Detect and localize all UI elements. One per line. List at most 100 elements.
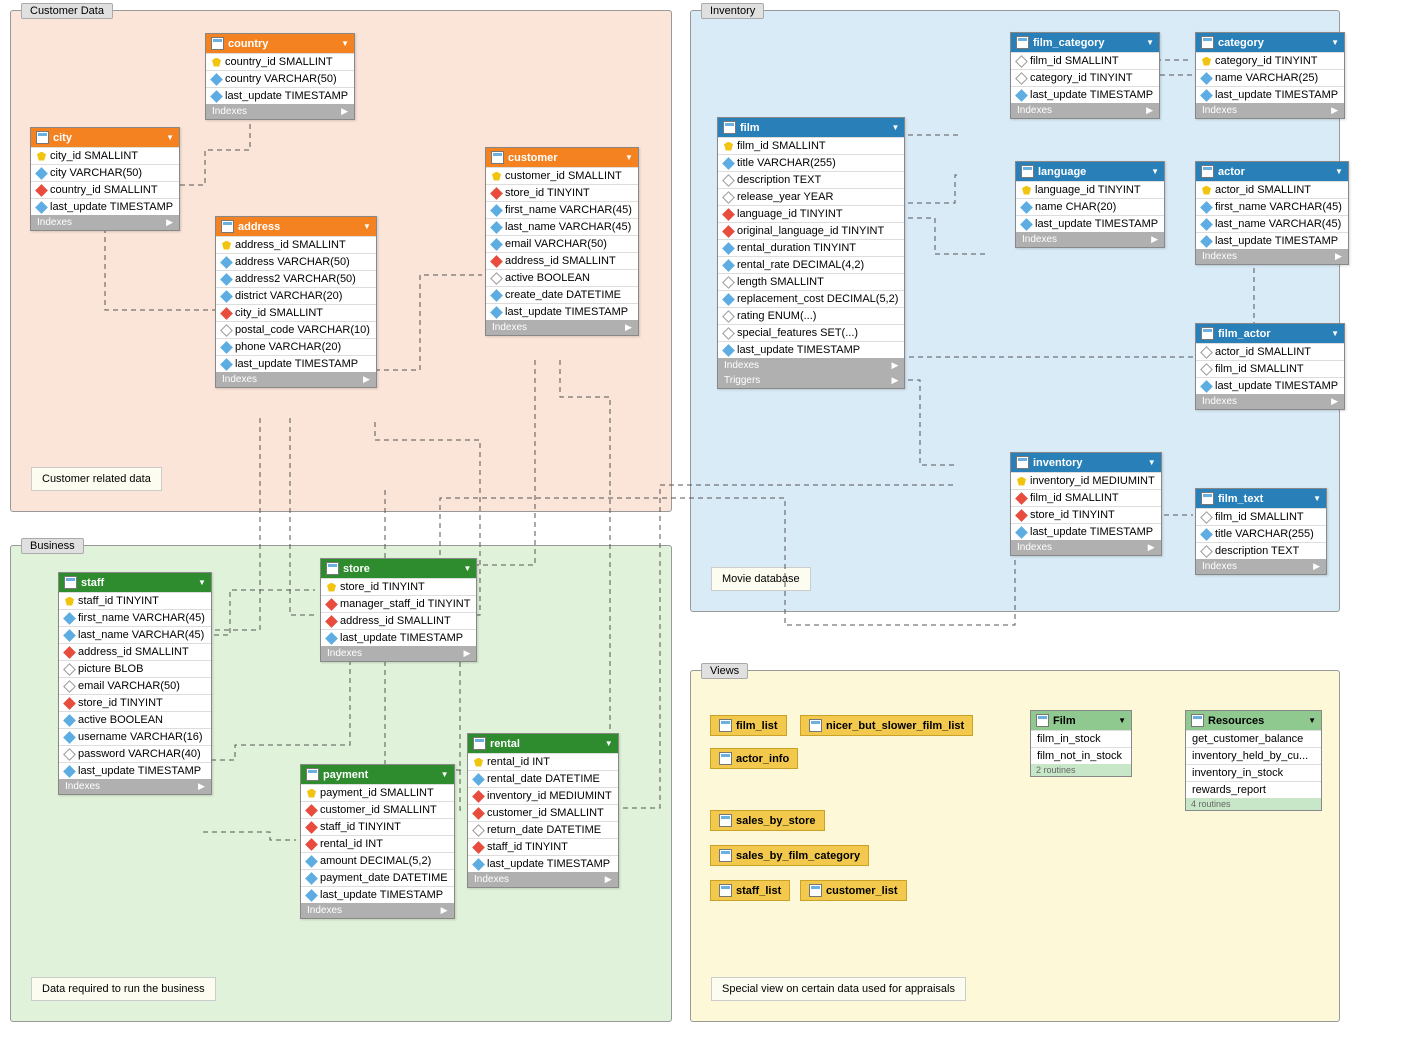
table-header[interactable]: film_actor▼	[1196, 324, 1344, 343]
table-header[interactable]: rental▼	[468, 734, 618, 753]
indexes-section[interactable]: Indexes▶	[1196, 394, 1344, 409]
column-row[interactable]: film_id SMALLINT	[1011, 52, 1159, 69]
table-city[interactable]: city▼city_id SMALLINTcity VARCHAR(50)cou…	[30, 127, 180, 231]
routine-row[interactable]: get_customer_balance	[1186, 730, 1321, 747]
table-header[interactable]: country▼	[206, 34, 354, 53]
table-header[interactable]: staff▼	[59, 573, 211, 592]
table-header[interactable]: customer▼	[486, 148, 638, 167]
table-header[interactable]: actor▼	[1196, 162, 1348, 181]
indexes-section[interactable]: Indexes▶	[321, 646, 476, 661]
table-payment[interactable]: payment▼payment_id SMALLINTcustomer_id S…	[300, 764, 455, 919]
column-row[interactable]: rental_rate DECIMAL(4,2)	[718, 256, 904, 273]
column-row[interactable]: last_update TIMESTAMP	[1196, 232, 1348, 249]
column-row[interactable]: first_name VARCHAR(45)	[1196, 198, 1348, 215]
view-sales-cat[interactable]: sales_by_film_category	[710, 845, 869, 866]
column-row[interactable]: address VARCHAR(50)	[216, 253, 376, 270]
column-row[interactable]: last_update TIMESTAMP	[1011, 86, 1159, 103]
column-row[interactable]: store_id TINYINT	[486, 184, 638, 201]
routine-group-film[interactable]: Film▼ film_in_stock film_not_in_stock 2 …	[1030, 710, 1132, 777]
column-row[interactable]: last_update TIMESTAMP	[468, 855, 618, 872]
column-row[interactable]: staff_id TINYINT	[59, 592, 211, 609]
column-row[interactable]: last_update TIMESTAMP	[486, 303, 638, 320]
column-row[interactable]: original_language_id TINYINT	[718, 222, 904, 239]
view-staff-list[interactable]: staff_list	[710, 880, 790, 901]
column-row[interactable]: inventory_id MEDIUMINT	[468, 787, 618, 804]
column-row[interactable]: last_update TIMESTAMP	[1016, 215, 1164, 232]
column-row[interactable]: customer_id SMALLINT	[301, 801, 454, 818]
indexes-section[interactable]: Indexes▶	[216, 372, 376, 387]
column-row[interactable]: address_id SMALLINT	[321, 612, 476, 629]
table-address[interactable]: address▼address_id SMALLINTaddress VARCH…	[215, 216, 377, 388]
column-row[interactable]: staff_id TINYINT	[301, 818, 454, 835]
column-row[interactable]: last_update TIMESTAMP	[1196, 377, 1344, 394]
column-row[interactable]: return_date DATETIME	[468, 821, 618, 838]
column-row[interactable]: email VARCHAR(50)	[486, 235, 638, 252]
column-row[interactable]: password VARCHAR(40)	[59, 745, 211, 762]
view-actor-info[interactable]: actor_info	[710, 748, 798, 769]
column-row[interactable]: first_name VARCHAR(45)	[59, 609, 211, 626]
column-row[interactable]: active BOOLEAN	[59, 711, 211, 728]
table-film_text[interactable]: film_text▼film_id SMALLINTtitle VARCHAR(…	[1195, 488, 1327, 575]
column-row[interactable]: last_update TIMESTAMP	[1196, 86, 1344, 103]
table-header[interactable]: film_text▼	[1196, 489, 1326, 508]
indexes-section[interactable]: Indexes▶	[206, 104, 354, 119]
column-row[interactable]: amount DECIMAL(5,2)	[301, 852, 454, 869]
indexes-section[interactable]: Indexes▶	[59, 779, 211, 794]
column-row[interactable]: customer_id SMALLINT	[468, 804, 618, 821]
column-row[interactable]: last_name VARCHAR(45)	[59, 626, 211, 643]
view-customer-list[interactable]: customer_list	[800, 880, 907, 901]
column-row[interactable]: last_update TIMESTAMP	[31, 198, 179, 215]
table-header[interactable]: inventory▼	[1011, 453, 1161, 472]
table-inventory[interactable]: inventory▼inventory_id MEDIUMINTfilm_id …	[1010, 452, 1162, 556]
table-header[interactable]: category▼	[1196, 33, 1344, 52]
column-row[interactable]: country_id SMALLINT	[31, 181, 179, 198]
column-row[interactable]: last_update TIMESTAMP	[301, 886, 454, 903]
column-row[interactable]: country_id SMALLINT	[206, 53, 354, 70]
indexes-section[interactable]: Indexes▶	[468, 872, 618, 887]
column-row[interactable]: rental_id INT	[301, 835, 454, 852]
indexes-section[interactable]: Indexes▶	[1196, 249, 1348, 264]
table-header[interactable]: address▼	[216, 217, 376, 236]
column-row[interactable]: film_id SMALLINT	[1011, 489, 1161, 506]
column-row[interactable]: rating ENUM(...)	[718, 307, 904, 324]
column-row[interactable]: film_id SMALLINT	[1196, 508, 1326, 525]
column-row[interactable]: payment_id SMALLINT	[301, 784, 454, 801]
column-row[interactable]: replacement_cost DECIMAL(5,2)	[718, 290, 904, 307]
column-row[interactable]: last_update TIMESTAMP	[718, 341, 904, 358]
column-row[interactable]: rental_duration TINYINT	[718, 239, 904, 256]
column-row[interactable]: active BOOLEAN	[486, 269, 638, 286]
indexes-section[interactable]: Indexes▶	[1196, 559, 1326, 574]
table-rental[interactable]: rental▼rental_id INTrental_date DATETIME…	[467, 733, 619, 888]
view-nicer[interactable]: nicer_but_slower_film_list	[800, 715, 973, 736]
column-row[interactable]: last_update TIMESTAMP	[206, 87, 354, 104]
triggers-section[interactable]: Triggers▶	[718, 373, 904, 388]
column-row[interactable]: city VARCHAR(50)	[31, 164, 179, 181]
table-store[interactable]: store▼store_id TINYINTmanager_staff_id T…	[320, 558, 477, 662]
indexes-section[interactable]: Indexes▶	[1011, 103, 1159, 118]
column-row[interactable]: title VARCHAR(255)	[718, 154, 904, 171]
column-row[interactable]: release_year YEAR	[718, 188, 904, 205]
column-row[interactable]: first_name VARCHAR(45)	[486, 201, 638, 218]
column-row[interactable]: category_id TINYINT	[1196, 52, 1344, 69]
indexes-section[interactable]: Indexes▶	[1016, 232, 1164, 247]
indexes-section[interactable]: Indexes▶	[486, 320, 638, 335]
routine-row[interactable]: film_in_stock	[1031, 730, 1131, 747]
column-row[interactable]: last_update TIMESTAMP	[59, 762, 211, 779]
view-film-list[interactable]: film_list	[710, 715, 787, 736]
routine-row[interactable]: inventory_in_stock	[1186, 764, 1321, 781]
column-row[interactable]: address_id SMALLINT	[216, 236, 376, 253]
column-row[interactable]: name CHAR(20)	[1016, 198, 1164, 215]
column-row[interactable]: postal_code VARCHAR(10)	[216, 321, 376, 338]
column-row[interactable]: create_date DATETIME	[486, 286, 638, 303]
column-row[interactable]: inventory_id MEDIUMINT	[1011, 472, 1161, 489]
column-row[interactable]: address_id SMALLINT	[59, 643, 211, 660]
table-language[interactable]: language▼language_id TINYINTname CHAR(20…	[1015, 161, 1165, 248]
table-country[interactable]: country▼country_id SMALLINTcountry VARCH…	[205, 33, 355, 120]
column-row[interactable]: district VARCHAR(20)	[216, 287, 376, 304]
column-row[interactable]: store_id TINYINT	[1011, 506, 1161, 523]
table-header[interactable]: film▼	[718, 118, 904, 137]
column-row[interactable]: phone VARCHAR(20)	[216, 338, 376, 355]
table-category[interactable]: category▼category_id TINYINTname VARCHAR…	[1195, 32, 1345, 119]
table-staff[interactable]: staff▼staff_id TINYINTfirst_name VARCHAR…	[58, 572, 212, 795]
table-film_actor[interactable]: film_actor▼actor_id SMALLINTfilm_id SMAL…	[1195, 323, 1345, 410]
